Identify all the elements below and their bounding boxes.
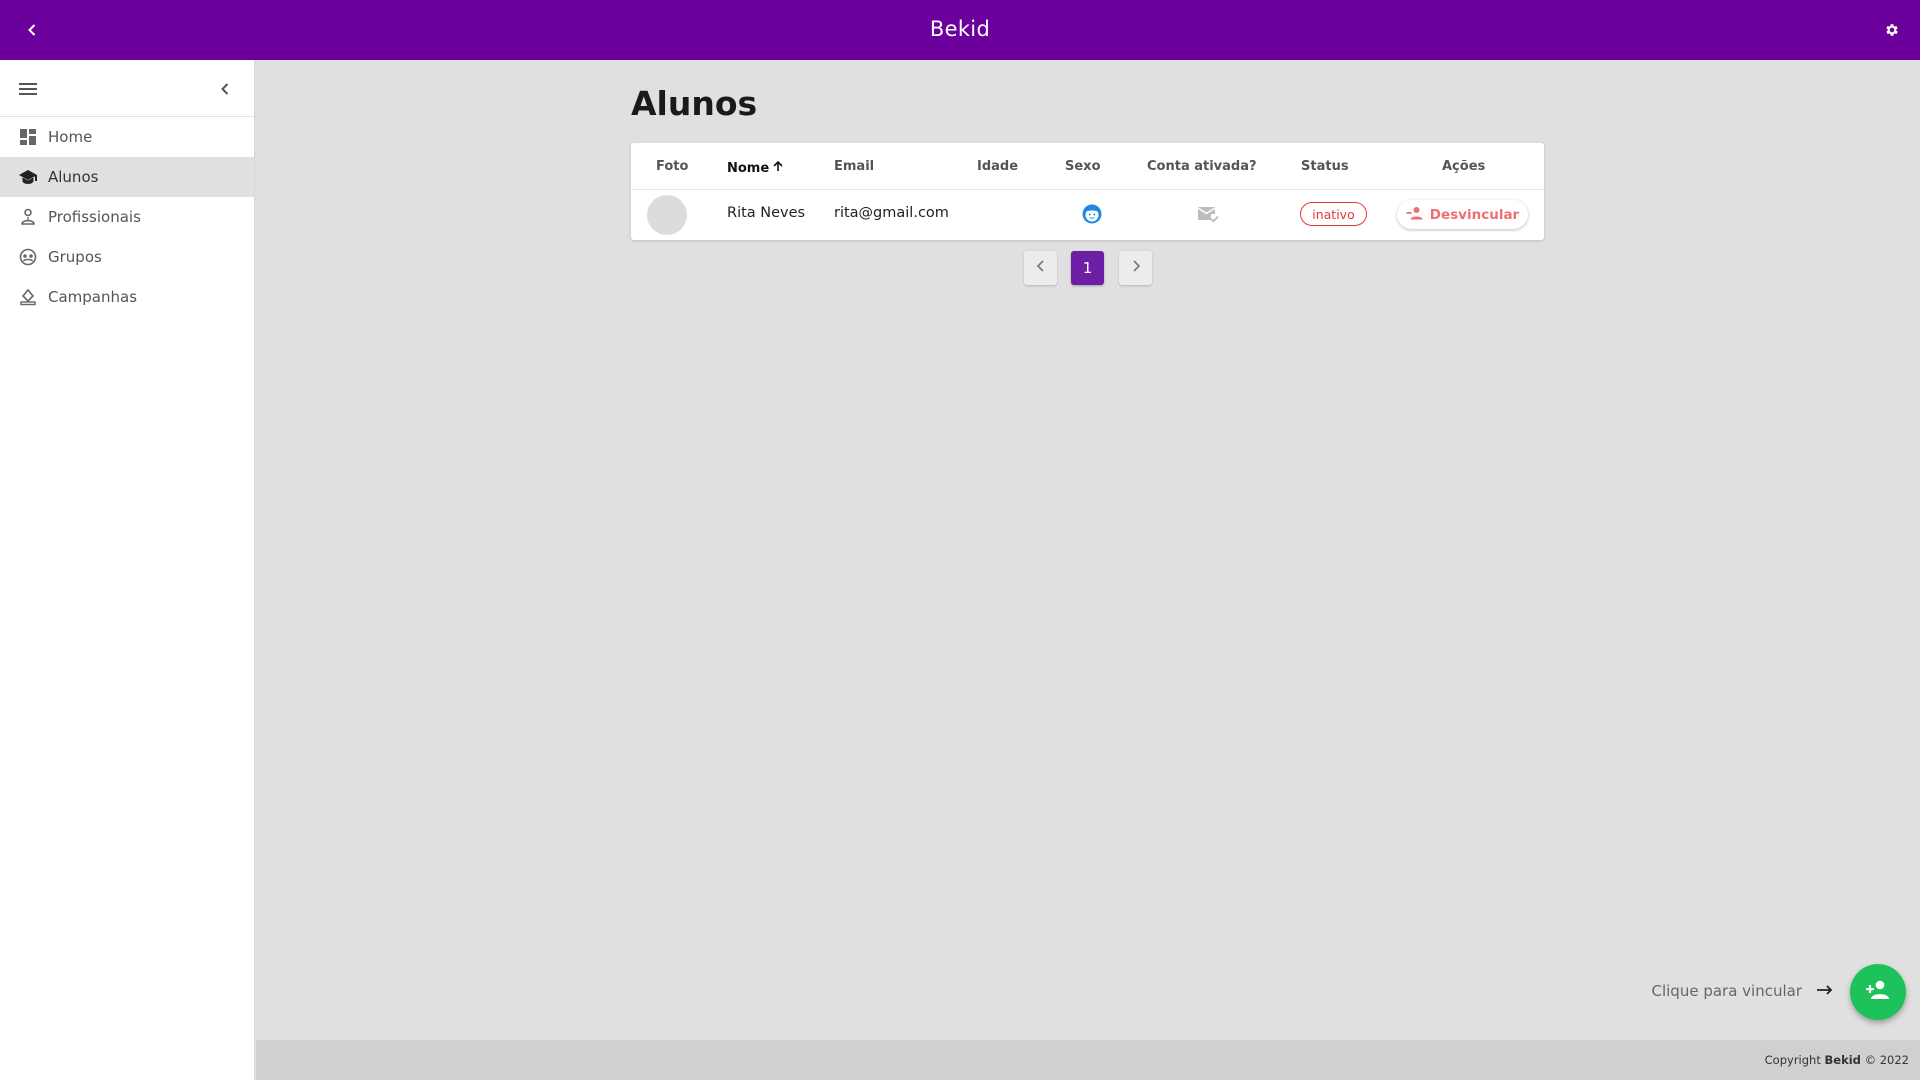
campaign-icon [18, 287, 38, 307]
column-header-sexo[interactable]: Sexo [1065, 159, 1101, 174]
mark-email-read-icon [1196, 204, 1220, 230]
pagination-page-button[interactable]: 1 [1071, 251, 1104, 285]
collapse-sidebar-icon[interactable] [214, 78, 236, 100]
column-header-acoes: Ações [1442, 159, 1486, 174]
page-title: Alunos [631, 84, 758, 123]
column-header-conta-ativada[interactable]: Conta ativada? [1147, 159, 1257, 174]
status-badge: inativo [1300, 202, 1367, 226]
sidebar-item-home[interactable]: Home [0, 117, 254, 157]
main-content: Alunos Foto Nome Email Idade Sexo Conta … [256, 60, 1920, 1080]
student-name: Rita Neves [727, 205, 806, 221]
top-app-bar: Bekid [0, 0, 1920, 60]
sidebar: Home Alunos Profissionais Grupos Campanh… [0, 60, 255, 1080]
groups-icon [18, 247, 38, 267]
sidebar-item-grupos[interactable]: Grupos [0, 237, 254, 277]
unlink-button[interactable]: Desvincular [1397, 200, 1528, 229]
link-hint-text: Clique para vincular [1651, 982, 1802, 1000]
table-header: Foto Nome Email Idade Sexo Conta ativada… [631, 143, 1544, 190]
table-row: Rita Neves rita@gmail.com inativo Desvin… [631, 190, 1544, 239]
column-header-nome-label: Nome [727, 160, 770, 176]
column-header-nome[interactable]: Nome [727, 159, 785, 177]
arrow-right-icon [1816, 982, 1834, 1000]
link-hint: Clique para vincular [1651, 982, 1834, 1000]
sidebar-item-label: Alunos [48, 168, 99, 186]
app-title: Bekid [929, 17, 991, 41]
sidebar-item-label: Grupos [48, 248, 102, 266]
menu-icon[interactable] [17, 78, 39, 100]
sidebar-header [0, 60, 254, 117]
sidebar-item-label: Campanhas [48, 288, 138, 306]
sidebar-item-label: Home [48, 128, 93, 146]
settings-gear-icon[interactable] [1880, 18, 1904, 42]
sort-arrow-up-icon [771, 159, 785, 177]
column-header-idade[interactable]: Idade [977, 159, 1018, 174]
female-face-icon [1081, 203, 1103, 229]
pagination-prev-button[interactable] [1024, 251, 1057, 285]
copyright-brand: Bekid [1824, 1053, 1861, 1067]
sidebar-item-alunos[interactable]: Alunos [0, 157, 254, 197]
chevron-left-icon [1035, 259, 1047, 277]
copyright-text: Copyright Bekid © 2022 [1765, 1053, 1909, 1067]
chevron-right-icon [1130, 259, 1142, 277]
column-header-status[interactable]: Status [1301, 159, 1349, 174]
copyright-suffix: © 2022 [1864, 1053, 1909, 1067]
school-icon [18, 167, 38, 187]
column-header-foto: Foto [656, 159, 689, 174]
add-student-fab[interactable] [1850, 964, 1906, 1020]
copyright-prefix: Copyright [1764, 1053, 1821, 1067]
pagination-next-button[interactable] [1119, 251, 1152, 285]
footer: Copyright Bekid © 2022 [256, 1040, 1920, 1080]
sidebar-item-label: Profissionais [48, 208, 141, 226]
person-add-icon [1865, 979, 1891, 1005]
profissionais-icon [18, 207, 38, 227]
students-table: Foto Nome Email Idade Sexo Conta ativada… [631, 143, 1544, 240]
sidebar-item-campanhas[interactable]: Campanhas [0, 277, 254, 317]
unlink-button-label: Desvincular [1429, 206, 1520, 223]
student-email: rita@gmail.com [834, 205, 949, 221]
column-header-email[interactable]: Email [834, 159, 874, 174]
avatar [647, 195, 687, 235]
sidebar-item-profissionais[interactable]: Profissionais [0, 197, 254, 237]
person-remove-icon [1406, 206, 1424, 224]
dashboard-icon [18, 127, 38, 147]
